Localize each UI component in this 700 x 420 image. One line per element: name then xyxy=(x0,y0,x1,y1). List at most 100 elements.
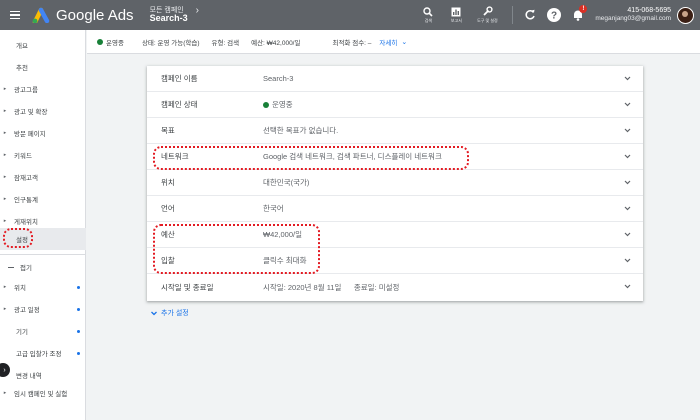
caret-right-icon: ▸ xyxy=(3,306,7,312)
caret-right-icon: ▸ xyxy=(3,174,7,180)
svg-text:?: ? xyxy=(551,11,557,22)
status-dot-icon xyxy=(263,101,269,108)
chevron-down-icon[interactable] xyxy=(624,75,631,82)
account-info[interactable]: 415-068-5695 meganjang03@gmail.com xyxy=(595,7,671,23)
sidebar-item-label: 고급 입찰가 조정 xyxy=(16,351,62,358)
setting-label: 캠페인 상태 xyxy=(161,100,198,109)
sidebar-item-ad-groups[interactable]: ▸ 광고그룹 xyxy=(0,78,86,100)
setting-value: 시작일: 2020년 8월 11일 종료일: 미설정 xyxy=(263,283,400,292)
additional-settings-link[interactable]: 추가 설정 xyxy=(150,308,189,318)
google-ads-logo[interactable] xyxy=(32,7,50,25)
sidebar-collapse-toggle[interactable]: 접기 xyxy=(0,256,86,278)
sidebar-item-change-history[interactable]: 변경 내역 xyxy=(0,364,86,386)
notifications-button[interactable]: ! xyxy=(571,5,588,22)
help-button[interactable]: ? xyxy=(547,8,562,22)
highlight-annotation-budget-bidding xyxy=(153,224,320,274)
notification-badge: ! xyxy=(579,5,588,13)
setting-row-goal[interactable]: 목표 선택한 목표가 없습니다. xyxy=(147,118,643,144)
sidebar-item-ads-extensions[interactable]: ▸ 광고 및 확장 xyxy=(0,100,86,122)
sidebar-item-label: 광고그룹 xyxy=(14,87,38,94)
status-dot-icon xyxy=(97,38,103,45)
sidebar-item-keywords[interactable]: ▸ 키워드 xyxy=(0,144,86,166)
chevron-down-icon[interactable] xyxy=(624,179,631,186)
sidebar-item-advanced-bid-adjustments[interactable]: 고급 입찰가 조정 xyxy=(0,342,86,364)
sidebar-item-devices[interactable]: 기기 xyxy=(0,320,86,342)
chevron-down-icon[interactable] xyxy=(624,257,631,264)
account-number: 415-068-5695 xyxy=(627,7,671,15)
sidebar-item-label: 기기 xyxy=(16,329,28,336)
setting-row-campaign-status[interactable]: 캠페인 상태 운영중 xyxy=(147,92,643,118)
help-icon: ? xyxy=(551,11,557,22)
search-icon xyxy=(423,6,433,17)
optimization-score-text: 최적화 점수: – xyxy=(332,39,372,47)
setting-value: 한국어 xyxy=(263,204,284,213)
caret-right-icon: ▸ xyxy=(3,86,7,92)
wrench-icon xyxy=(483,6,493,16)
setting-label: 캠페인 이름 xyxy=(161,74,198,83)
setting-value: 대한민국(국가) xyxy=(263,178,310,187)
caret-right-icon: ▸ xyxy=(3,218,7,224)
menu-icon[interactable] xyxy=(10,10,20,20)
sidebar-item-overview[interactable]: 개요 xyxy=(0,34,86,56)
caret-right-icon: ▸ xyxy=(3,152,7,158)
setting-value-wrap: 운영중 xyxy=(263,99,293,110)
chevron-down-icon[interactable] xyxy=(624,231,631,238)
caret-right-icon: ▸ xyxy=(3,390,7,396)
sidebar-item-label: 키워드 xyxy=(14,153,32,160)
sidebar-item-label: 개요 xyxy=(16,43,28,50)
account-email: meganjang03@gmail.com xyxy=(595,15,671,23)
chevron-down-icon[interactable] xyxy=(624,153,631,160)
chevron-down-icon xyxy=(151,311,157,315)
sidebar-item-label: 방문 페이지 xyxy=(14,131,46,138)
sidebar-item-label: 추천 xyxy=(16,65,28,72)
breadcrumb[interactable]: 모든 캠페인 Search-3 xyxy=(150,7,188,24)
setting-row-campaign-name[interactable]: 캠페인 이름 Search-3 xyxy=(147,66,643,92)
new-dot xyxy=(77,351,80,355)
avatar[interactable] xyxy=(677,6,694,24)
sidebar-item-demographics[interactable]: ▸ 인구통계 xyxy=(0,188,86,210)
sidebar-divider xyxy=(0,254,86,255)
chevron-down-icon[interactable] xyxy=(624,283,631,290)
campaign-budget-text: 예산: ₩42,000/일 xyxy=(251,39,301,47)
chevron-down-icon[interactable] xyxy=(624,205,631,212)
setting-label: 위치 xyxy=(161,178,175,187)
chevron-down-icon[interactable] xyxy=(624,127,631,134)
caret-right-icon: ▸ xyxy=(3,130,7,136)
setting-value: 선택한 목표가 없습니다. xyxy=(263,126,339,135)
sidebar-item-audiences[interactable]: ▸ 잠재고객 xyxy=(0,166,86,188)
new-dot xyxy=(77,307,80,311)
sidebar-item-label: 인구통계 xyxy=(14,197,38,204)
sidebar-item-label: 변경 내역 xyxy=(16,373,42,380)
caret-right-icon: ▸ xyxy=(3,108,7,114)
setting-row-languages[interactable]: 언어 한국어 xyxy=(147,196,643,222)
campaign-state[interactable]: 운영중 xyxy=(106,37,124,47)
report-icon xyxy=(451,7,461,16)
setting-value: 운영중 xyxy=(272,100,293,109)
top-bar: Google Ads 모든 캠페인 Search-3 › 검색 보고서 도구 및… xyxy=(0,0,700,30)
sidebar-item-label: 광고 일정 xyxy=(14,307,40,314)
new-dot xyxy=(77,285,80,289)
tools-settings-button[interactable]: 도구 및 설정 xyxy=(472,6,502,24)
sidebar-item-ad-schedule[interactable]: ▸ 광고 일정 xyxy=(0,298,86,320)
app-title[interactable]: Google Ads xyxy=(56,7,134,24)
campaign-type-text: 유형: 검색 xyxy=(211,39,240,47)
sidebar-item-recommendations[interactable]: 추천 xyxy=(0,56,86,78)
sidebar: 개요 추천 ▸ 광고그룹 ▸ 광고 및 확장 ▸ 방문 페이지 ▸ 키워드 ▸ 잠재고객 … xyxy=(0,30,86,420)
reports-label: 보고서 xyxy=(450,17,462,23)
sidebar-item-landing-pages[interactable]: ▸ 방문 페이지 xyxy=(0,122,86,144)
sidebar-item-label: 광고 및 확장 xyxy=(14,109,48,116)
search-button[interactable]: 검색 xyxy=(416,6,440,24)
chevron-down-icon[interactable] xyxy=(624,101,631,108)
reports-button[interactable]: 보고서 xyxy=(444,7,468,24)
setting-row-locations[interactable]: 위치 대한민국(국가) xyxy=(147,170,643,196)
campaign-status-text: 상태: 운영 가능(학습) xyxy=(141,39,200,47)
sidebar-item-locations[interactable]: ▸ 위치 xyxy=(0,276,86,298)
chevron-down-icon[interactable]: ⌄ xyxy=(401,38,407,46)
setting-row-start-end-dates[interactable]: 시작일 및 종료일 시작일: 2020년 8월 11일 종료일: 미설정 xyxy=(147,274,643,301)
refresh-button[interactable] xyxy=(523,8,537,22)
sidebar-item-drafts-experiments[interactable]: ▸ 임시 캠페인 및 실험 xyxy=(0,386,86,412)
new-dot xyxy=(77,329,80,333)
sidebar-item-label: 잠재고객 xyxy=(14,175,38,182)
details-link[interactable]: 자세히 xyxy=(379,37,397,47)
setting-label: 목표 xyxy=(161,126,175,135)
